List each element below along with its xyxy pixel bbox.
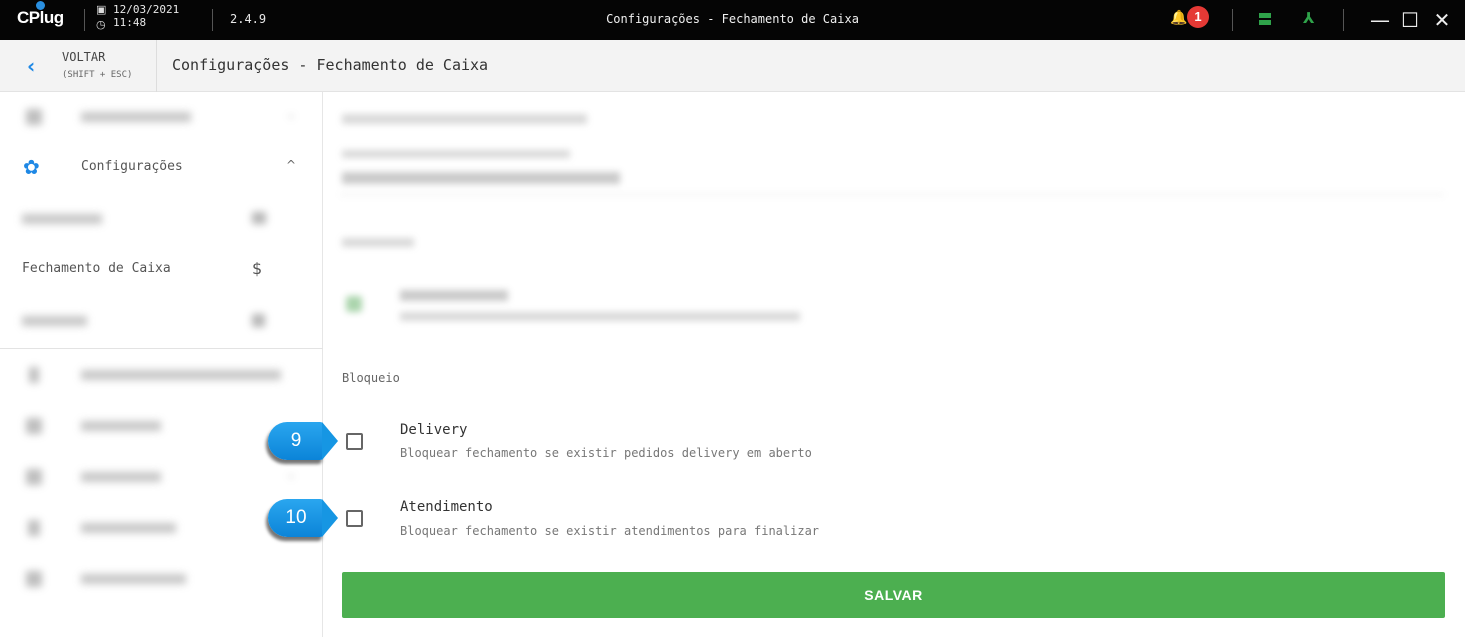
maximize-icon[interactable]: ☐	[1397, 6, 1423, 34]
bell-icon[interactable]: 🔔	[1170, 10, 1187, 26]
blurred-label	[81, 574, 186, 584]
blurred-label	[81, 370, 281, 380]
gear-icon: ✿	[23, 155, 40, 179]
blurred-section-title	[342, 238, 414, 247]
sidebar-subitem-blurred[interactable]	[0, 296, 323, 346]
menu-item-icon	[29, 367, 39, 383]
time-text: 11:48	[113, 16, 147, 29]
server-status-icon[interactable]	[1259, 13, 1271, 26]
sidebar-item-blurred[interactable]	[0, 350, 323, 400]
sidebar-subitem-fechamento[interactable]: Fechamento de Caixa $	[0, 245, 323, 295]
blurred-label	[22, 316, 87, 326]
title-divider	[1232, 9, 1233, 31]
blurred-option-desc	[400, 312, 800, 321]
header-divider	[156, 40, 157, 92]
blurred-label	[81, 112, 191, 122]
close-icon[interactable]: ✕	[1429, 6, 1455, 34]
blurred-label	[81, 421, 161, 431]
back-label: VOLTAR	[62, 50, 106, 64]
sidebar-item-blurred[interactable]	[0, 554, 323, 604]
sidebar-item-label: Configurações	[81, 159, 183, 174]
delivery-description: Bloquear fechamento se existir pedidos d…	[400, 446, 812, 460]
callout-label: 9	[268, 422, 324, 460]
cplug-logo: CPlug	[17, 8, 64, 28]
sidebar-item-label: Fechamento de Caixa	[22, 261, 171, 276]
app-version: 2.4.9	[230, 12, 267, 26]
clock-icon: ◷	[96, 18, 106, 31]
title-divider	[84, 9, 85, 31]
blurred-label	[81, 472, 161, 482]
logo-text: CPlug	[17, 8, 64, 27]
menu-item-icon	[26, 469, 42, 485]
menu-item-icon	[28, 520, 40, 536]
sidebar-item-blurred[interactable]: ⌄	[0, 92, 323, 142]
main-content: Bloqueio Delivery Bloquear fechamento se…	[324, 92, 1465, 637]
blurred-select-value[interactable]	[342, 172, 620, 184]
callout-arrow	[322, 499, 338, 537]
chevron-down-icon: ⌄	[286, 107, 297, 121]
dollar-icon: $	[252, 259, 263, 278]
calendar-icon: ▣	[96, 3, 107, 16]
select-underline	[340, 194, 1444, 195]
callout-9: 9	[268, 422, 338, 460]
page-header: ‹ VOLTAR (SHIFT + ESC) Configurações - F…	[0, 40, 1465, 92]
menu-item-icon	[252, 314, 265, 327]
bloqueio-section-label: Bloqueio	[342, 371, 400, 385]
toggle-checkbox[interactable]	[346, 296, 362, 312]
delivery-checkbox[interactable]	[346, 433, 363, 450]
title-divider	[212, 9, 213, 31]
chevron-left-icon: ‹	[27, 54, 36, 78]
window-title: Configurações - Fechamento de Caixa	[606, 12, 859, 26]
menu-item-icon	[26, 109, 42, 125]
logo-dot-icon	[36, 1, 45, 10]
blurred-select-label	[342, 150, 570, 158]
title-bar: CPlug ▣ ◷ 12/03/2021 11:48 2.4.9 Configu…	[0, 0, 1465, 40]
callout-label: 10	[268, 499, 324, 537]
chevron-down-icon: ⌄	[286, 467, 297, 481]
back-button[interactable]: ‹ VOLTAR (SHIFT + ESC)	[0, 40, 156, 92]
save-button[interactable]: SALVAR	[342, 572, 1445, 618]
page-title: Configurações - Fechamento de Caixa	[172, 56, 489, 74]
atendimento-title: Atendimento	[400, 499, 493, 515]
callout-arrow	[322, 422, 338, 460]
blurred-option-title	[400, 290, 508, 301]
date-text: 12/03/2021	[113, 3, 180, 16]
title-divider	[1343, 9, 1344, 31]
blurred-label	[22, 214, 102, 224]
atendimento-description: Bloquear fechamento se existir atendimen…	[400, 524, 820, 538]
menu-item-icon	[26, 571, 42, 587]
blurred-section-title	[342, 114, 587, 124]
minimize-icon[interactable]: —	[1367, 6, 1393, 34]
sidebar-subitem-blurred[interactable]	[0, 194, 323, 244]
callout-10: 10	[268, 499, 338, 537]
chevron-up-icon: ^	[286, 158, 297, 172]
blurred-label	[81, 523, 176, 533]
atendimento-checkbox[interactable]	[346, 510, 363, 527]
back-shortcut-hint: (SHIFT + ESC)	[62, 70, 133, 80]
menu-item-icon	[26, 418, 42, 434]
notification-badge[interactable]: 1	[1187, 6, 1209, 28]
network-icon[interactable]: ⅄	[1303, 9, 1314, 27]
sidebar-divider	[0, 348, 323, 349]
sidebar-item-configuracoes[interactable]: ✿ Configurações ^	[0, 143, 323, 193]
delivery-title: Delivery	[400, 422, 468, 438]
sidebar: ⌄ ✿ Configurações ^ Fechamento de Caixa …	[0, 92, 323, 637]
datetime: 12/03/2021 11:48	[113, 3, 179, 29]
printer-icon	[252, 212, 266, 224]
